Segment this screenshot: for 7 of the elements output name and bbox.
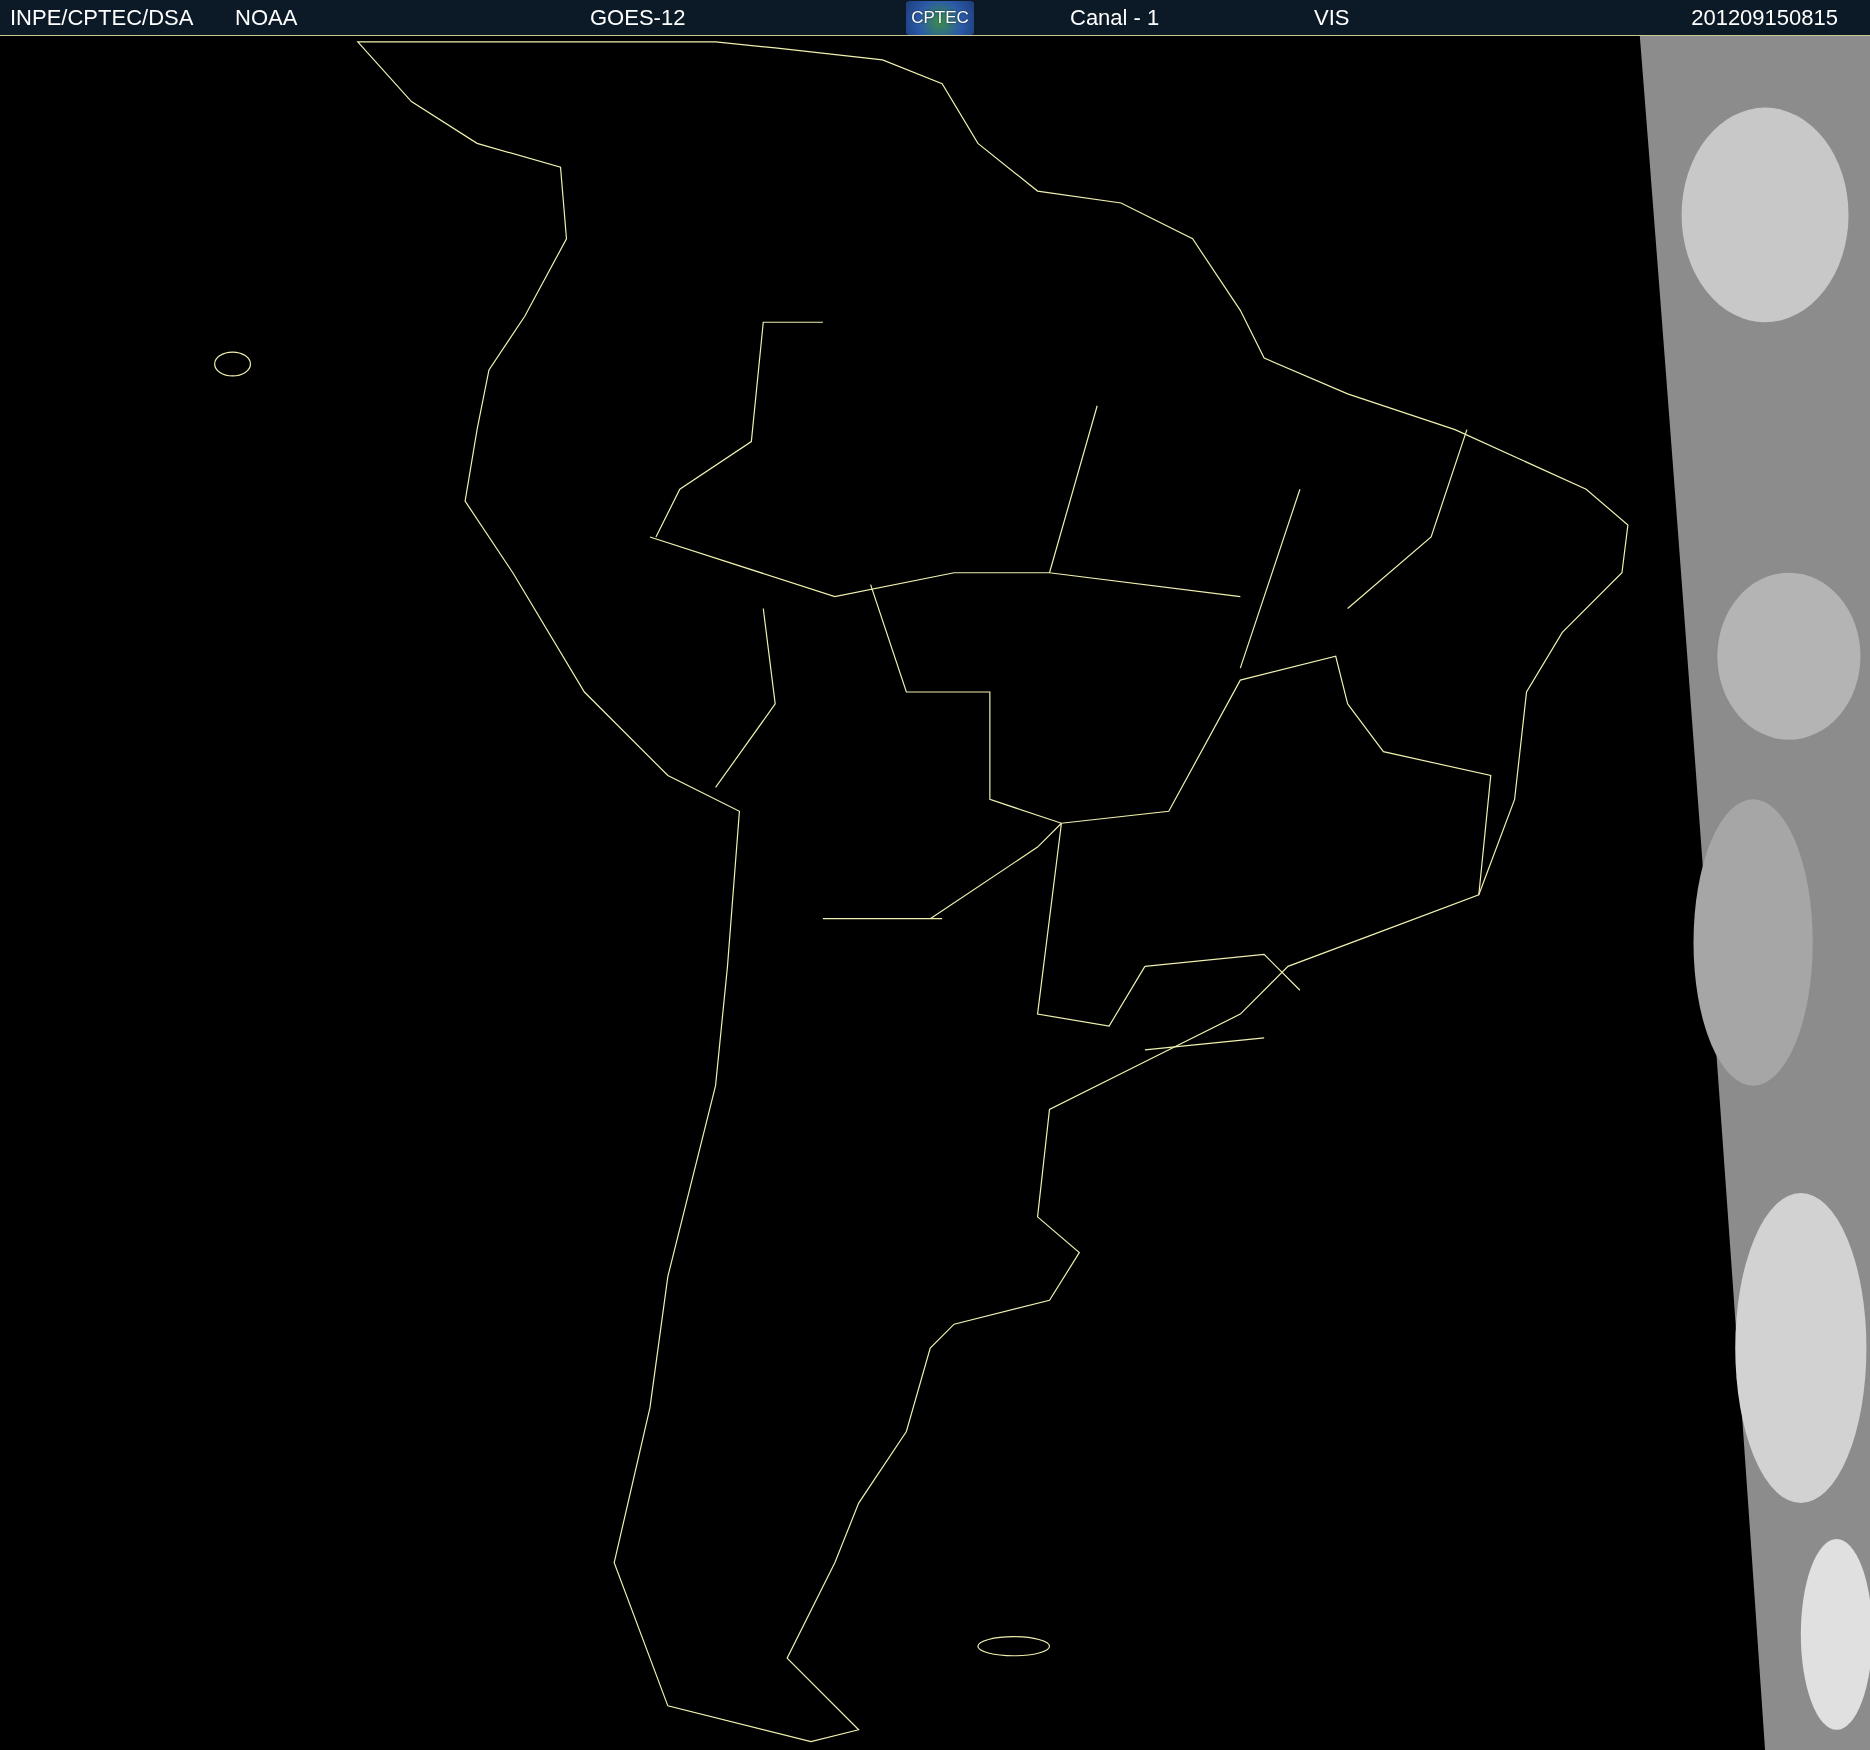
logo: CPTEC	[906, 0, 974, 35]
header-label: GOES-12	[590, 5, 686, 30]
header-label: INPE/CPTEC/DSA	[10, 5, 194, 30]
header-label: 201209150815	[1691, 5, 1838, 30]
header-label: VIS	[1314, 5, 1350, 30]
header-label: NOAA	[235, 5, 298, 30]
header-label: Canal - 1	[1070, 5, 1160, 30]
